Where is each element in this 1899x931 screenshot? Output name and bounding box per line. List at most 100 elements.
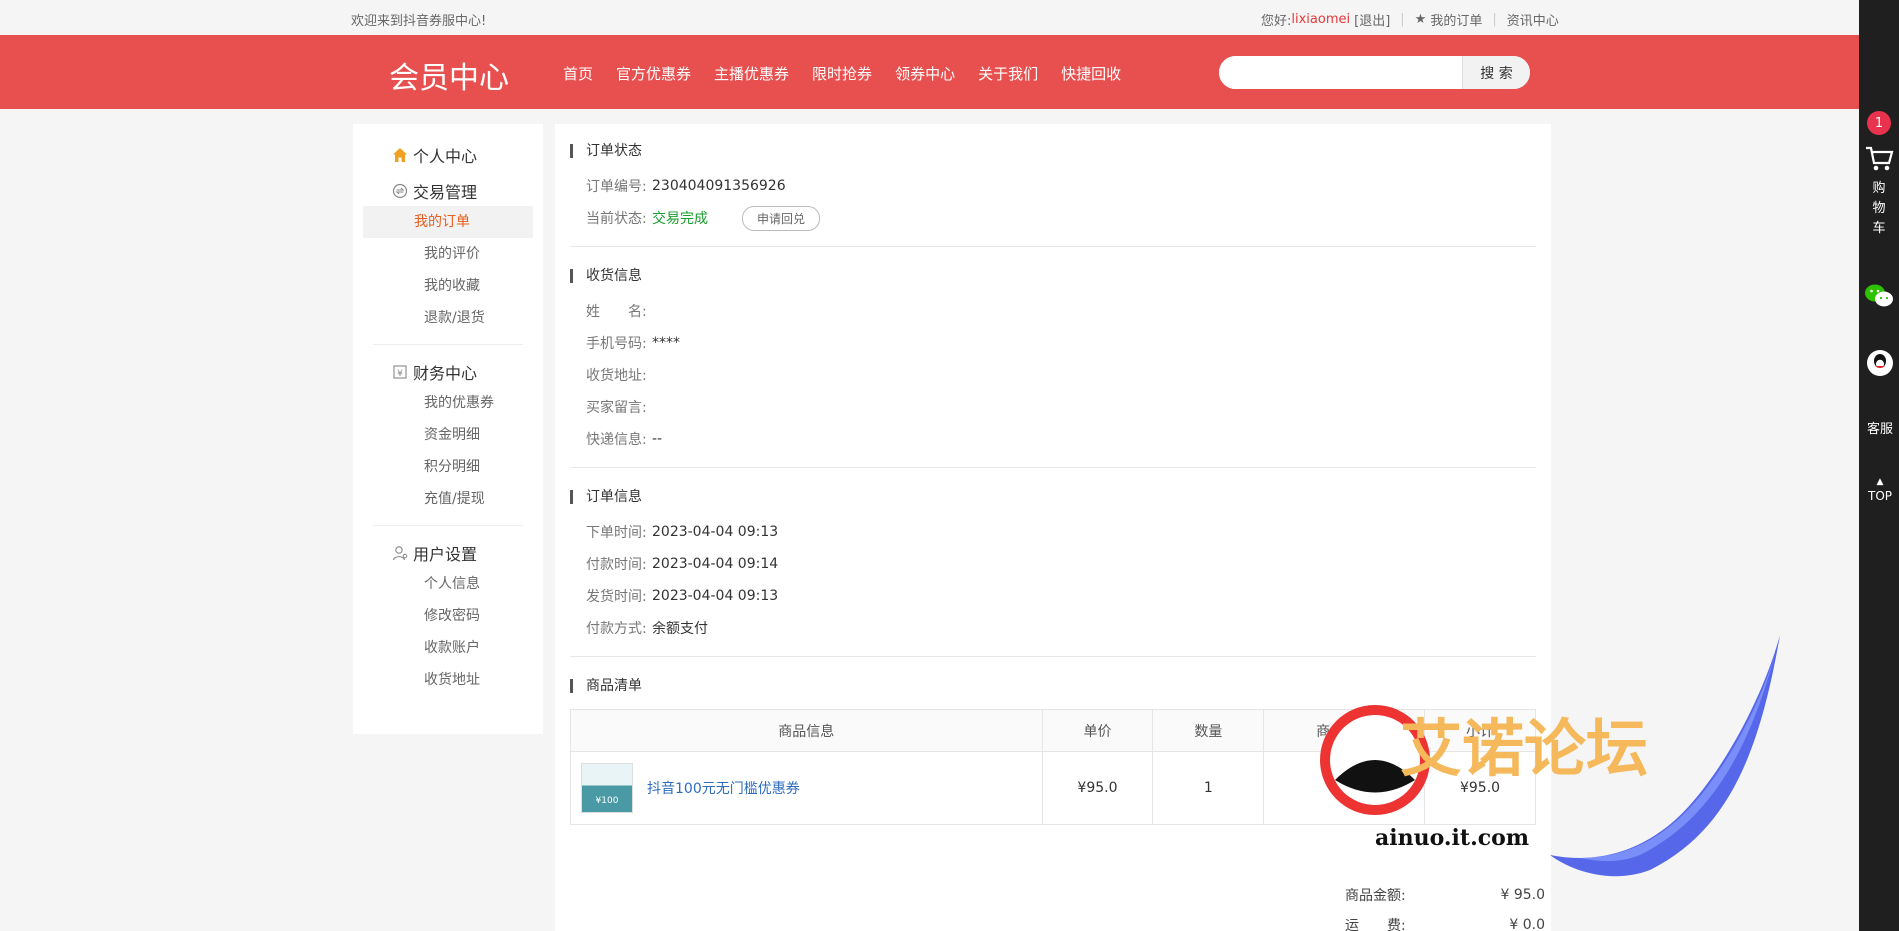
- phone-row: 手机号码: ****: [570, 327, 1536, 359]
- nav-official-coupons[interactable]: 官方优惠券: [616, 63, 691, 84]
- sidebar-item-recharge[interactable]: 充值/提现: [363, 483, 533, 515]
- site-logo[interactable]: 会员中心: [389, 53, 509, 97]
- created-time: 2023-04-04 09:13: [652, 524, 779, 540]
- column-header: 单价: [1041, 709, 1154, 752]
- sidebar-item-fund-details[interactable]: 资金明细: [363, 419, 533, 451]
- created-time-row: 下单时间: 2023-04-04 09:13: [570, 516, 1536, 548]
- sidebar-item-refunds[interactable]: 退款/退货: [363, 302, 533, 334]
- cart-count-badge: 1: [1867, 111, 1891, 135]
- order-number: 230404091356926: [652, 178, 786, 194]
- thumbnail-text: ¥100: [595, 796, 619, 806]
- recipient-phone: ****: [652, 335, 680, 351]
- customer-service-button[interactable]: 客服: [1863, 418, 1897, 437]
- field-label: 订单编号:: [586, 179, 647, 195]
- nav-flash-sale[interactable]: 限时抢券: [812, 63, 872, 84]
- main-nav: 首页 官方优惠券 主播优惠券 限时抢券 领券中心 关于我们 快捷回收: [563, 63, 1121, 84]
- table-row: ¥100 抖音100元无门槛优惠券 ¥95.0 1 - ¥95.0: [570, 751, 1536, 825]
- sidebar-item-my-orders[interactable]: 我的订单: [363, 206, 533, 238]
- nav-recycle[interactable]: 快捷回收: [1061, 63, 1121, 84]
- wechat-icon[interactable]: [1863, 280, 1895, 312]
- news-link[interactable]: 资讯中心: [1507, 10, 1559, 29]
- sidebar-group-label: 个人中心: [413, 147, 478, 166]
- divider: |: [1492, 12, 1497, 27]
- back-to-top-button[interactable]: ▲ TOP: [1863, 475, 1897, 503]
- nav-home[interactable]: 首页: [563, 63, 593, 84]
- product-thumbnail[interactable]: ¥100: [581, 763, 633, 813]
- sidebar-group-title[interactable]: 个人中心: [353, 140, 543, 170]
- paid-time-row: 付款时间: 2023-04-04 09:14: [570, 548, 1536, 580]
- order-detail-panel: 订单状态 订单编号: 230404091356926 当前状态: 交易完成 申请…: [555, 124, 1551, 931]
- discount: -: [1263, 751, 1426, 825]
- status-text: 交易完成: [652, 211, 708, 227]
- address-row: 收货地址:: [570, 359, 1536, 391]
- shipping-section: 收货信息 姓 名: 手机号码: **** 收货地址: 买家留言: 快递信息: -…: [570, 247, 1536, 468]
- greeting-label: 您好:: [1261, 14, 1292, 29]
- sidebar-group-finance: ¥ 财务中心 我的优惠券 资金明细 积分明细 充值/提现: [353, 357, 543, 526]
- field-label: 当前状态:: [586, 211, 647, 227]
- goods-amount-row: 商品金额: ¥ 95.0: [1345, 880, 1545, 910]
- my-orders-link[interactable]: 我的订单: [1430, 10, 1482, 29]
- sidebar-item-profile[interactable]: 个人信息: [363, 568, 533, 600]
- shipping-fee: ¥ 0.0: [1509, 917, 1545, 931]
- sidebar-group-user: 用户设置 个人信息 修改密码 收款账户 收货地址: [353, 538, 543, 696]
- unit-price: ¥95.0: [1041, 751, 1154, 825]
- sidebar-group-title: 用户设置: [353, 538, 543, 568]
- top-label: TOP: [1867, 489, 1892, 503]
- welcome-text: 欢迎来到抖音券服中心!: [351, 14, 487, 29]
- goods-table: 商品信息 单价 数量 商品优惠 小计 ¥100 抖音100元无门槛优惠券 ¥95…: [570, 709, 1536, 825]
- field-label: 发货时间:: [586, 589, 647, 605]
- sidebar-divider: [373, 525, 523, 526]
- nav-about[interactable]: 关于我们: [978, 63, 1038, 84]
- sidebar-item-points[interactable]: 积分明细: [363, 451, 533, 483]
- field-label: 付款时间:: [586, 557, 647, 573]
- product-name-link[interactable]: 抖音100元无门槛优惠券: [647, 778, 800, 798]
- cart-label: 购物车: [1872, 181, 1886, 236]
- order-totals: 商品金额: ¥ 95.0 运 费: ¥ 0.0: [1345, 880, 1545, 931]
- sidebar-item-address[interactable]: 收货地址: [363, 664, 533, 696]
- sidebar-group-label: 交易管理: [413, 183, 478, 202]
- pay-method-row: 付款方式: 余额支付: [570, 612, 1536, 644]
- search-button[interactable]: 搜 索: [1462, 56, 1530, 89]
- cart-icon: [1863, 145, 1895, 179]
- exchange-icon: [391, 182, 409, 200]
- shipping-fee-row: 运 费: ¥ 0.0: [1345, 910, 1545, 931]
- apply-redeem-button[interactable]: 申请回兑: [742, 205, 821, 231]
- pay-method: 余额支付: [652, 621, 708, 637]
- arrow-up-icon: ▲: [1876, 477, 1884, 487]
- sidebar-group-trade: 交易管理 我的订单 我的评价 我的收藏 退款/退货: [353, 176, 543, 345]
- top-bar: 欢迎来到抖音券服中心! 您好: lixiaomei [退出] | ★ 我的订单 …: [0, 0, 1859, 35]
- cart-button[interactable]: 购物车: [1863, 145, 1895, 239]
- sidebar-item-payout-account[interactable]: 收款账户: [363, 632, 533, 664]
- finance-icon: ¥: [391, 363, 409, 381]
- express-info: --: [652, 431, 663, 447]
- nav-anchor-coupons[interactable]: 主播优惠券: [714, 63, 789, 84]
- shipped-time-row: 发货时间: 2023-04-04 09:13: [570, 580, 1536, 612]
- field-label: 快递信息:: [586, 432, 647, 448]
- nav-coupon-center[interactable]: 领券中心: [895, 63, 955, 84]
- product-info: ¥100 抖音100元无门槛优惠券: [581, 763, 1042, 813]
- sidebar-item-my-favorites[interactable]: 我的收藏: [363, 270, 533, 302]
- sidebar-item-my-reviews[interactable]: 我的评价: [363, 238, 533, 270]
- search-input[interactable]: [1219, 56, 1462, 89]
- table-header-row: 商品信息 单价 数量 商品优惠 小计: [570, 709, 1536, 752]
- order-info-section: 订单信息 下单时间: 2023-04-04 09:13 付款时间: 2023-0…: [570, 468, 1536, 657]
- user-settings-icon: [391, 544, 409, 562]
- sidebar-item-change-password[interactable]: 修改密码: [363, 600, 533, 632]
- order-status-row: 当前状态: 交易完成 申请回兑: [570, 202, 1536, 234]
- right-tool-bar: 1 购物车 客服 ▲ TOP: [1859, 0, 1899, 931]
- swoosh-graphic: [1550, 635, 1780, 877]
- sidebar-group-title: 交易管理: [353, 176, 543, 206]
- field-label: 下单时间:: [586, 525, 647, 541]
- name-row: 姓 名:: [570, 295, 1536, 327]
- order-status-section: 订单状态 订单编号: 230404091356926 当前状态: 交易完成 申请…: [570, 124, 1536, 247]
- username-link[interactable]: lixiaomei: [1291, 12, 1350, 27]
- sidebar-item-my-coupons[interactable]: 我的优惠券: [363, 387, 533, 419]
- field-label: 买家留言:: [586, 400, 647, 416]
- field-label: 付款方式:: [586, 621, 647, 637]
- qq-icon[interactable]: [1867, 350, 1893, 376]
- subtotal: ¥95.0: [1424, 751, 1536, 825]
- goods-amount: ¥ 95.0: [1500, 887, 1545, 903]
- logout-link[interactable]: [退出]: [1354, 10, 1390, 29]
- product-cell: ¥100 抖音100元无门槛优惠券: [570, 751, 1043, 825]
- section-title: 收货信息: [570, 269, 1536, 283]
